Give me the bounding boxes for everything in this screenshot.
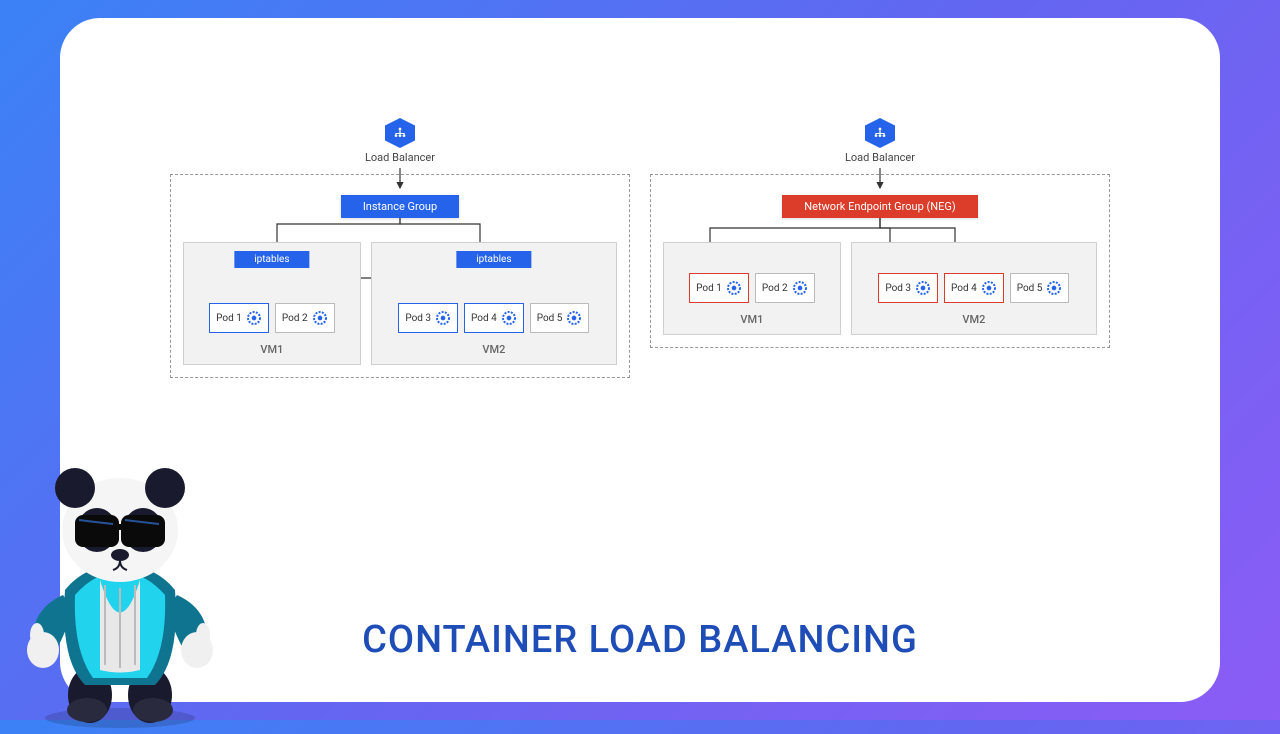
- pod-2-right: Pod 2: [755, 273, 815, 303]
- pod-5-left: Pod 5: [530, 303, 590, 333]
- pod-label: Pod 4: [951, 283, 977, 294]
- vm2-left: iptables Pod 3 Pod 4 Pod 5 VM2: [371, 242, 617, 365]
- pod-label: Pod 5: [1017, 283, 1043, 294]
- neg-box: Network Endpoint Group (NEG): [782, 195, 977, 218]
- vm-label: VM2: [482, 343, 505, 356]
- vm2-right: Pod 3 Pod 4 Pod 5 VM2: [851, 242, 1097, 335]
- pod-label: Pod 3: [885, 283, 911, 294]
- gear-icon: [312, 310, 328, 326]
- load-balancer-label: Load Balancer: [365, 151, 435, 164]
- diagrams-container: Load Balancer Instance Group iptables: [100, 118, 1180, 378]
- gear-icon: [566, 310, 582, 326]
- vm-label: VM1: [740, 313, 763, 326]
- diagram-instance-group: Load Balancer Instance Group iptables: [170, 118, 630, 378]
- gear-icon: [726, 280, 742, 296]
- load-balancer-label: Load Balancer: [845, 151, 915, 164]
- diagram-neg: Load Balancer Network Endpoint Group (NE…: [650, 118, 1110, 378]
- pod-3-right: Pod 3: [878, 273, 938, 303]
- vm-label: VM2: [962, 313, 985, 326]
- pod-label: Pod 1: [216, 313, 242, 324]
- gear-icon: [435, 310, 451, 326]
- gear-icon: [246, 310, 262, 326]
- pod-4-left: Pod 4: [464, 303, 524, 333]
- pod-1-left: Pod 1: [209, 303, 269, 333]
- load-balancer-right: Load Balancer: [650, 118, 1110, 164]
- gear-icon: [501, 310, 517, 326]
- gear-icon: [792, 280, 808, 296]
- vm1-left: iptables Pod 1 Pod 2 VM1: [183, 242, 361, 365]
- vm1-right: Pod 1 Pod 2 VM1: [663, 242, 841, 335]
- load-balancer-icon: [865, 118, 895, 148]
- load-balancer-left: Load Balancer: [170, 118, 630, 164]
- pod-5-right: Pod 5: [1010, 273, 1070, 303]
- load-balancer-icon: [385, 118, 415, 148]
- pod-1-right: Pod 1: [689, 273, 749, 303]
- pod-2-left: Pod 2: [275, 303, 335, 333]
- pod-label: Pod 4: [471, 313, 497, 324]
- pod-3-left: Pod 3: [398, 303, 458, 333]
- cluster-box-left: Instance Group iptables Pod 1 Pod 2 VM1 …: [170, 174, 630, 378]
- iptables-label: iptables: [456, 251, 531, 268]
- pod-label: Pod 2: [762, 283, 788, 294]
- pod-label: Pod 3: [405, 313, 431, 324]
- pod-label: Pod 5: [537, 313, 563, 324]
- iptables-label: iptables: [234, 251, 309, 268]
- pod-label: Pod 2: [282, 313, 308, 324]
- cluster-box-right: Network Endpoint Group (NEG) Pod 1 Pod 2…: [650, 174, 1110, 348]
- gear-icon: [981, 280, 997, 296]
- gear-icon: [1046, 280, 1062, 296]
- mascot-panda: [5, 450, 235, 730]
- pod-label: Pod 1: [696, 283, 722, 294]
- instance-group-box: Instance Group: [341, 195, 459, 218]
- gear-icon: [915, 280, 931, 296]
- pod-4-right: Pod 4: [944, 273, 1004, 303]
- vm-label: VM1: [260, 343, 283, 356]
